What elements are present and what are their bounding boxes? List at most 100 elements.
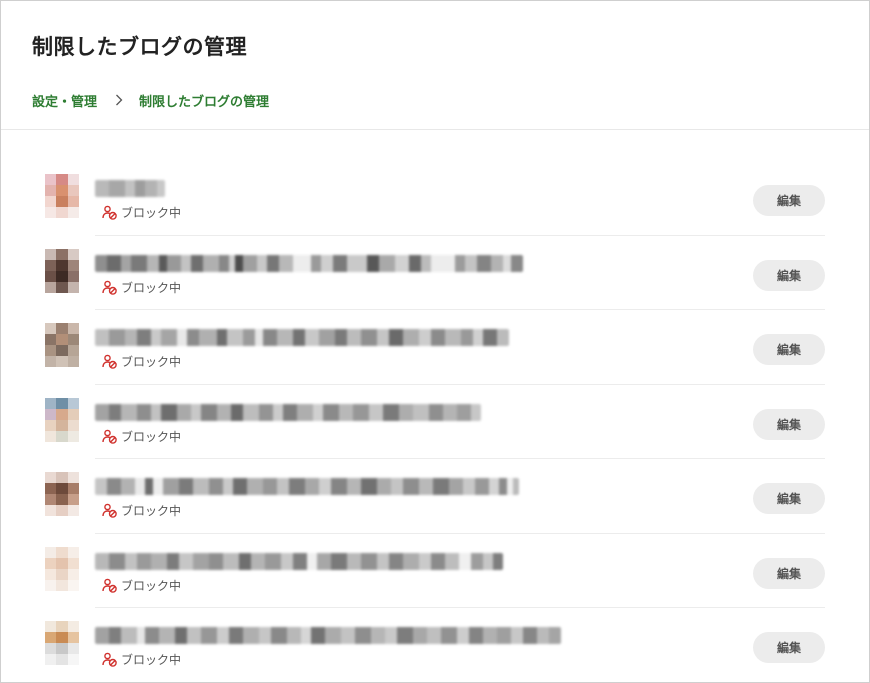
- avatar[interactable]: [45, 174, 79, 218]
- blocked-user-icon: [102, 354, 117, 369]
- blocked-blog-row: ブロック中 編集: [45, 385, 825, 459]
- avatar-pixel: [56, 430, 68, 442]
- blocked-user-icon: [102, 280, 117, 295]
- block-status: ブロック中: [102, 353, 181, 370]
- blocked-blog-row: ブロック中 編集: [45, 608, 825, 682]
- avatar-pixel: [67, 185, 79, 196]
- blog-name-redacted[interactable]: [95, 478, 519, 495]
- blog-name-redacted[interactable]: [95, 329, 509, 346]
- avatar-pixel: [67, 621, 79, 632]
- edit-button[interactable]: 編集: [753, 259, 825, 291]
- avatar[interactable]: [45, 323, 79, 367]
- avatar-pixel: [45, 345, 57, 356]
- edit-button[interactable]: 編集: [753, 557, 825, 589]
- avatar-pixel: [56, 408, 68, 420]
- avatar[interactable]: [45, 621, 79, 665]
- avatar-pixel: [56, 546, 68, 558]
- blog-name-redacted[interactable]: [95, 552, 503, 570]
- avatar-pixel: [67, 419, 79, 431]
- avatar-pixel: [56, 345, 68, 356]
- avatar-pixel: [67, 174, 79, 185]
- avatar-pixel: [45, 621, 57, 632]
- avatar-pixel: [56, 494, 68, 505]
- avatar-pixel: [56, 248, 68, 260]
- avatar-pixel: [56, 207, 68, 218]
- avatar-pixel: [45, 632, 57, 643]
- avatar-pixel: [45, 419, 57, 431]
- avatar-pixel: [56, 579, 68, 591]
- avatar-pixel: [45, 356, 57, 367]
- avatar-pixel: [67, 248, 79, 260]
- avatar-pixel: [56, 621, 68, 632]
- avatar-pixel: [56, 557, 68, 569]
- blocked-user-icon: [102, 205, 117, 220]
- avatar[interactable]: [45, 248, 79, 293]
- breadcrumb: 設定・管理 制限したブログの管理: [32, 91, 270, 110]
- avatar-pixel: [67, 494, 79, 505]
- blog-name-redacted[interactable]: [95, 403, 481, 421]
- avatar-pixel: [67, 281, 79, 293]
- avatar-pixel: [67, 568, 79, 580]
- avatar-pixel: [45, 557, 57, 569]
- blocked-user-icon: [102, 429, 117, 444]
- avatar-pixel: [67, 430, 79, 442]
- blocked-user-icon: [102, 652, 117, 667]
- avatar-pixel: [45, 643, 57, 654]
- avatar-pixel: [56, 654, 68, 665]
- status-label: ブロック中: [121, 578, 182, 593]
- edit-button[interactable]: 編集: [753, 408, 825, 440]
- avatar-pixel: [67, 472, 79, 483]
- edit-button[interactable]: 編集: [753, 334, 825, 365]
- avatar-pixel: [67, 356, 79, 367]
- avatar-pixel: [45, 430, 57, 442]
- blocked-blog-row: ブロック中 編集: [45, 459, 825, 534]
- status-label: ブロック中: [121, 206, 182, 220]
- avatar-pixel: [67, 632, 79, 643]
- breadcrumb-current: 制限したブログの管理: [139, 94, 270, 110]
- blocked-blog-row: ブロック中 編集: [45, 310, 825, 385]
- avatar-pixel: [67, 546, 79, 558]
- block-status: ブロック中: [102, 428, 181, 445]
- avatar-pixel: [45, 185, 57, 196]
- avatar-pixel: [45, 408, 57, 420]
- avatar-pixel: [45, 281, 57, 293]
- avatar-pixel: [45, 579, 57, 591]
- avatar-pixel: [45, 483, 57, 494]
- block-status: ブロック中: [102, 651, 181, 668]
- avatar-pixel: [45, 334, 57, 345]
- avatar-pixel: [45, 259, 57, 271]
- avatar-pixel: [45, 323, 57, 334]
- blog-name-redacted[interactable]: [95, 254, 523, 272]
- blog-name-redacted[interactable]: [95, 180, 165, 197]
- avatar-pixel: [56, 185, 68, 196]
- avatar-pixel: [67, 270, 79, 282]
- avatar-pixel: [56, 472, 68, 483]
- avatar-pixel: [45, 174, 57, 185]
- blog-name-redacted[interactable]: [95, 627, 561, 644]
- avatar-pixel: [67, 557, 79, 569]
- avatar[interactable]: [45, 472, 79, 516]
- avatar-pixel: [67, 483, 79, 494]
- edit-button[interactable]: 編集: [753, 185, 825, 216]
- avatar-pixel: [56, 643, 68, 654]
- avatar-pixel: [56, 334, 68, 345]
- avatar-pixel: [67, 345, 79, 356]
- avatar-pixel: [45, 270, 57, 282]
- edit-button[interactable]: 編集: [753, 632, 825, 663]
- avatar[interactable]: [45, 546, 79, 591]
- avatar-pixel: [45, 207, 57, 218]
- avatar-pixel: [67, 654, 79, 665]
- avatar-pixel: [67, 505, 79, 516]
- avatar-pixel: [56, 196, 68, 207]
- edit-button[interactable]: 編集: [753, 483, 825, 514]
- status-label: ブロック中: [121, 355, 182, 369]
- avatar-pixel: [56, 419, 68, 431]
- avatar[interactable]: [45, 397, 79, 442]
- breadcrumb-settings-link[interactable]: 設定・管理: [32, 91, 97, 110]
- blocked-blog-row: ブロック中 編集: [45, 236, 825, 310]
- blocked-user-icon: [102, 503, 117, 518]
- avatar-pixel: [56, 356, 68, 367]
- avatar-pixel: [67, 397, 79, 409]
- blocked-blog-row: ブロック中 編集: [45, 161, 825, 236]
- avatar-pixel: [56, 505, 68, 516]
